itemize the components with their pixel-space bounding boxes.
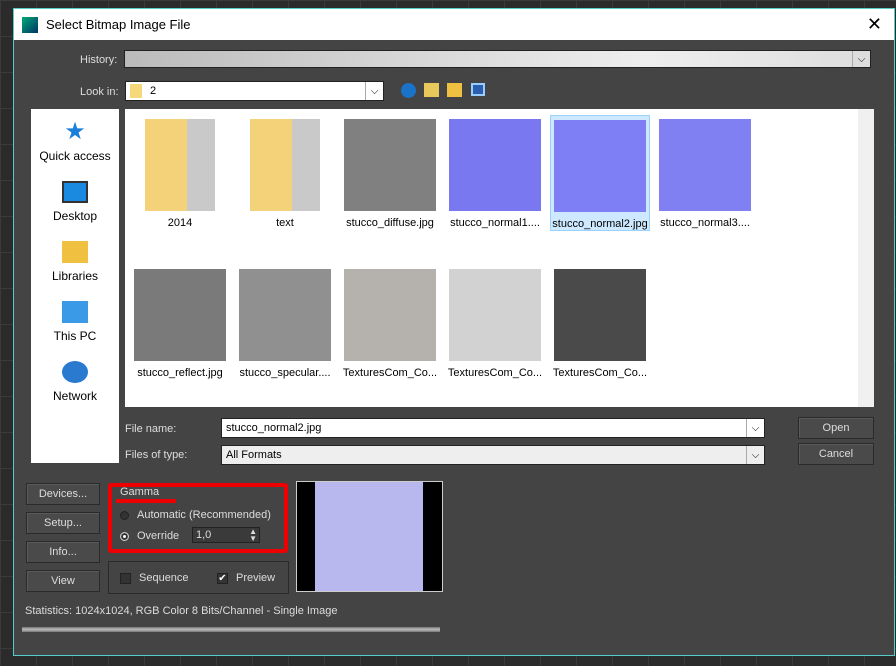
file-name: text [276, 217, 294, 229]
image-thumbnail [344, 119, 436, 211]
statistics-text: Statistics: 1024x1024, RGB Color 8 Bits/… [25, 605, 338, 617]
select-bitmap-dialog: Select Bitmap Image File ✕ History: ⌵ Loo… [13, 8, 895, 656]
history-label: History: [80, 54, 118, 66]
file-item[interactable]: stucco_reflect.jpg [130, 265, 230, 379]
close-icon[interactable]: ✕ [867, 14, 882, 35]
image-thumbnail [239, 269, 331, 361]
file-name: stucco_diffuse.jpg [346, 217, 434, 229]
options-group: Sequence ✔ Preview [108, 561, 289, 594]
file-item[interactable]: stucco_diffuse.jpg [340, 115, 440, 229]
devices-button[interactable]: Devices... [26, 483, 100, 505]
info-button[interactable]: Info... [26, 541, 100, 563]
file-name: stucco_normal3.... [660, 217, 750, 229]
pc-icon [62, 301, 88, 323]
file-name: TexturesCom_Co... [447, 367, 543, 379]
annotation-underline [116, 499, 176, 503]
place-libraries[interactable]: Libraries [31, 229, 119, 289]
up-folder-icon[interactable] [424, 83, 439, 97]
filetype-dropdown[interactable]: All Formats ⌵ [221, 445, 765, 465]
place-label: Libraries [51, 269, 99, 283]
preview-image [315, 482, 423, 591]
setup-button[interactable]: Setup... [26, 512, 100, 534]
image-thumbnail [134, 269, 226, 361]
filetype-label: Files of type: [125, 449, 188, 461]
place-desktop[interactable]: Desktop [31, 169, 119, 229]
title-bar: Select Bitmap Image File ✕ [14, 9, 894, 40]
folder-icon [145, 119, 215, 211]
place-label: Quick access [39, 149, 111, 163]
file-name: stucco_reflect.jpg [137, 367, 223, 379]
place-network[interactable]: Network [31, 349, 119, 409]
image-thumbnail [554, 269, 646, 361]
filename-input[interactable]: stucco_normal2.jpg ⌵ [221, 418, 765, 438]
file-name: TexturesCom_Co... [342, 367, 438, 379]
sequence-checkbox[interactable]: Sequence [120, 572, 189, 584]
radio-label: Override [137, 530, 180, 542]
places-bar: ★ Quick access Desktop Libraries This PC … [31, 109, 119, 463]
gamma-title: Gamma [120, 486, 160, 498]
progress-bar [22, 627, 440, 632]
view-menu-icon[interactable] [471, 83, 485, 96]
filename-value: stucco_normal2.jpg [226, 422, 322, 434]
gamma-override-radio[interactable]: Override [120, 530, 179, 542]
cancel-button[interactable]: Cancel [798, 443, 874, 465]
new-folder-icon[interactable] [447, 83, 462, 97]
gamma-value: 1,0 [196, 529, 212, 541]
lookin-dropdown[interactable]: 2 ⌵ [125, 81, 384, 101]
file-item[interactable]: stucco_specular.... [235, 265, 335, 379]
file-item[interactable]: stucco_normal1.... [445, 115, 545, 229]
place-this-pc[interactable]: This PC [31, 289, 119, 349]
dialog-title: Select Bitmap Image File [46, 17, 191, 32]
image-thumbnail [554, 120, 646, 212]
lookin-label: Look in: [80, 86, 119, 98]
history-dropdown[interactable]: ⌵ [124, 50, 871, 68]
image-thumbnail [344, 269, 436, 361]
file-name: 2014 [167, 217, 193, 229]
folder-icon [130, 84, 142, 98]
file-item[interactable]: TexturesCom_Co... [340, 265, 440, 379]
file-list: 2014 text stucco_diffuse.jpg stucco_normal1… [125, 109, 874, 407]
gamma-override-spinner[interactable]: 1,0 ▲ ▼ [192, 527, 260, 543]
image-thumbnail [449, 119, 541, 211]
checkbox-label: Sequence [139, 572, 189, 584]
place-label: Desktop [52, 209, 98, 223]
checkbox-label: Preview [236, 572, 276, 584]
place-label: Network [52, 389, 97, 403]
place-quick-access[interactable]: ★ Quick access [31, 109, 119, 169]
file-item[interactable]: stucco_normal3.... [655, 115, 755, 229]
place-label: This PC [53, 329, 97, 343]
app-logo-icon [22, 16, 38, 33]
network-icon [62, 361, 88, 383]
file-item[interactable]: text [235, 115, 335, 229]
filetype-value: All Formats [226, 449, 282, 461]
radio-label: Automatic (Recommended) [137, 509, 271, 521]
open-button[interactable]: Open [798, 417, 874, 439]
file-name: stucco_normal2.jpg [552, 218, 648, 230]
lookin-value: 2 [150, 85, 157, 97]
file-name: TexturesCom_Co... [552, 367, 648, 379]
gamma-group: Gamma Automatic (Recommended) Override 1… [108, 483, 288, 553]
file-item[interactable]: stucco_normal2.jpg [550, 115, 650, 231]
file-name: stucco_specular.... [239, 367, 331, 379]
view-button[interactable]: View [26, 570, 100, 592]
desktop-icon [62, 181, 88, 203]
gamma-automatic-radio[interactable]: Automatic (Recommended) [120, 509, 271, 521]
folder-icon [250, 119, 320, 211]
file-item[interactable]: TexturesCom_Co... [550, 265, 650, 379]
back-icon[interactable] [401, 83, 416, 98]
image-preview [296, 481, 443, 592]
image-thumbnail [449, 269, 541, 361]
file-item[interactable]: 2014 [130, 115, 230, 229]
libraries-icon [62, 241, 88, 263]
star-icon: ★ [64, 118, 86, 145]
filename-label: File name: [125, 423, 177, 435]
image-thumbnail [659, 119, 751, 211]
file-item[interactable]: TexturesCom_Co... [445, 265, 545, 379]
file-name: stucco_normal1.... [450, 217, 540, 229]
preview-checkbox[interactable]: ✔ Preview [217, 572, 275, 584]
file-list-scrollbar[interactable] [858, 109, 874, 407]
